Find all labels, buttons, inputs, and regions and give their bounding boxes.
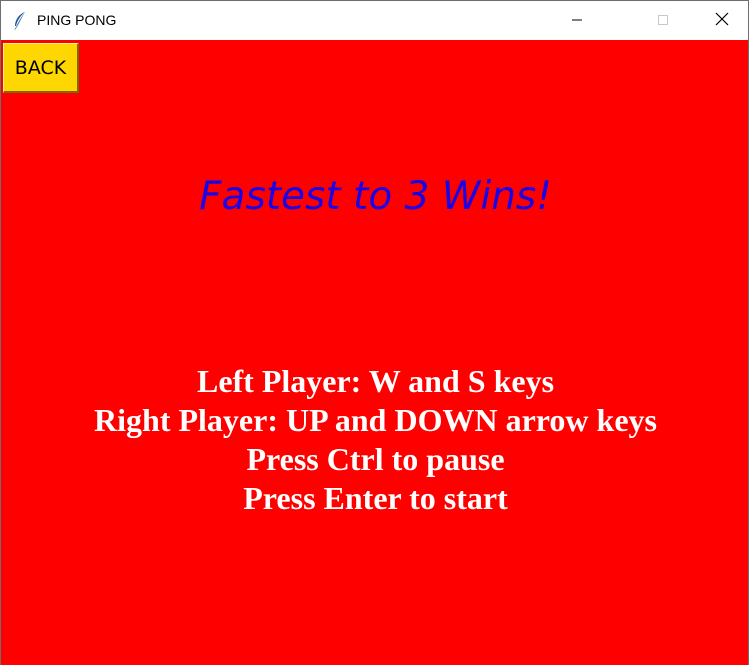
minimize-icon: [571, 11, 583, 30]
game-canvas[interactable]: BACK Fastest to 3 Wins! Left Player: W a…: [1, 40, 748, 665]
maximize-icon: [657, 11, 669, 30]
close-button[interactable]: [699, 1, 745, 40]
instructions-block: Left Player: W and S keys Right Player: …: [1, 362, 749, 518]
maximize-button: [640, 1, 686, 40]
rules-headline: Fastest to 3 Wins!: [199, 174, 552, 219]
instruction-line-right-player: Right Player: UP and DOWN arrow keys: [94, 402, 657, 438]
instruction-line-start: Press Enter to start: [243, 480, 508, 516]
instruction-line-pause: Press Ctrl to pause: [246, 441, 505, 477]
minimize-button[interactable]: [554, 1, 600, 40]
close-icon: [715, 11, 729, 30]
window-title: PING PONG: [37, 12, 117, 28]
app-window: PING PONG BACK Fastest to 3 Wins! Left P…: [0, 0, 749, 665]
title-bar[interactable]: PING PONG: [1, 1, 748, 40]
feather-icon: [12, 11, 28, 31]
back-button[interactable]: BACK: [3, 43, 79, 93]
instruction-line-left-player: Left Player: W and S keys: [196, 363, 555, 399]
